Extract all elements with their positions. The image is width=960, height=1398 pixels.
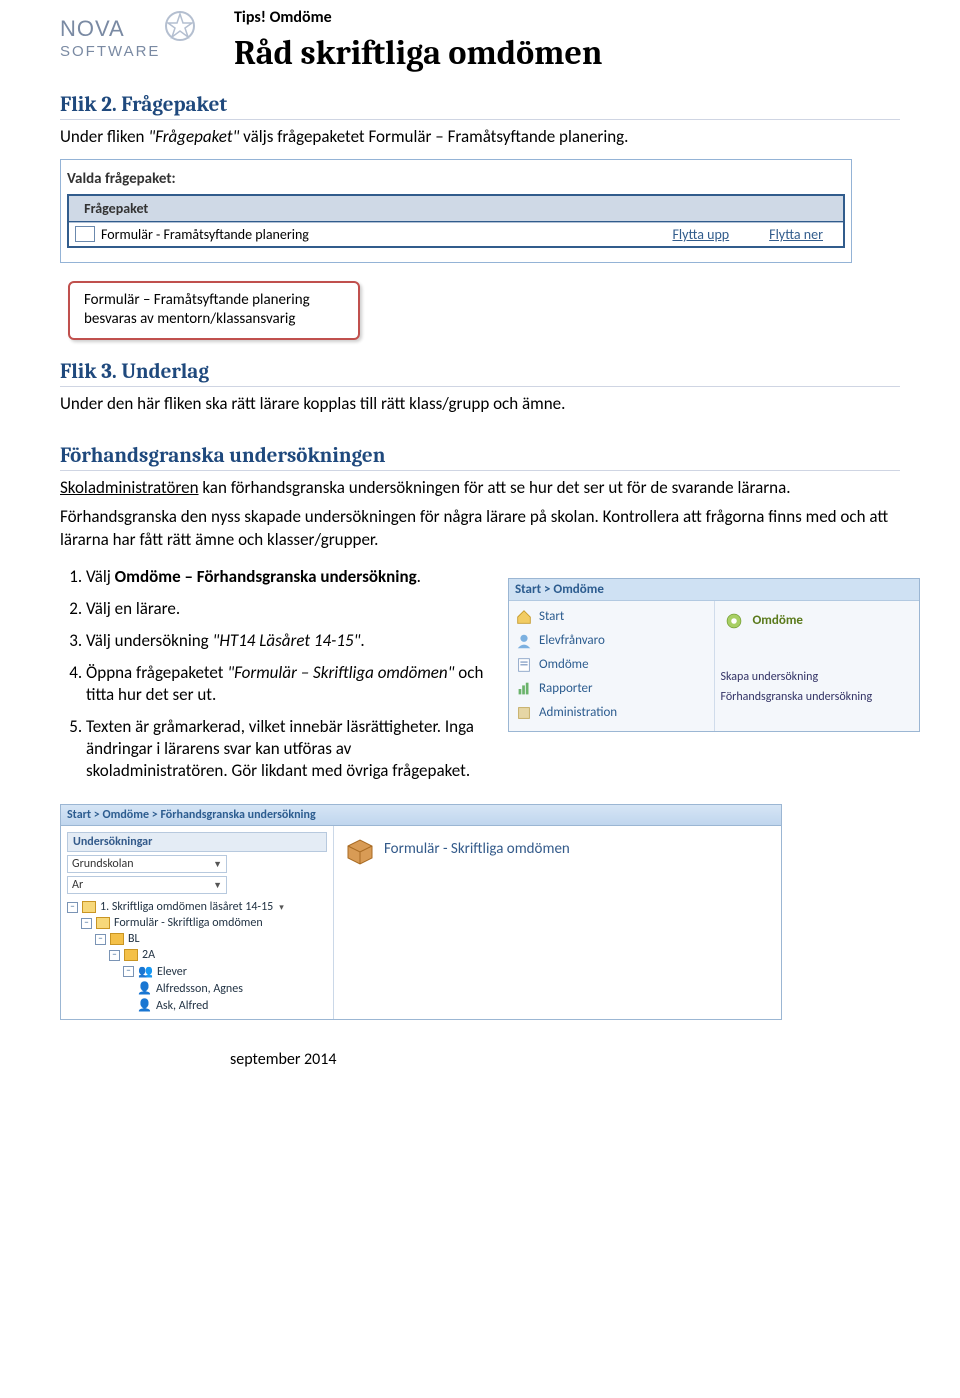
doc-header: NOVA SOFTWARE Tips! Omdöme Råd skriftlig… — [60, 0, 900, 73]
para-flik3: Under den här fliken ska rätt lärare kop… — [60, 393, 900, 416]
chevron-down-icon: ▼ — [213, 859, 222, 870]
link-flytta-upp[interactable]: Flytta upp — [652, 226, 749, 243]
table-header: Frågepaket — [69, 196, 843, 222]
tree-right-pane: Formulär - Skriftliga omdömen — [334, 826, 781, 1019]
menu-elevfranvaro[interactable]: Elevfrånvaro — [513, 629, 710, 653]
tree-node-1[interactable]: − 1. Skriftliga omdömen läsåret 14-15 ▾ — [67, 900, 327, 914]
menu-rapporter[interactable]: Rapporter — [513, 677, 710, 701]
step-3: Välj undersökning "HT14 Läsåret 14-15". — [86, 630, 490, 652]
person-icon: 👤 — [137, 981, 152, 996]
tree-person-2[interactable]: 👤 Ask, Alfred — [123, 998, 327, 1013]
step-2: Välj en lärare. — [86, 598, 490, 620]
step-1: Välj Omdöme – Förhandsgranska undersökni… — [86, 566, 490, 588]
tree-node-elever[interactable]: − 👥 Elever — [123, 964, 327, 979]
tips-label: Tips! Omdöme — [234, 8, 900, 27]
menu-skapa[interactable]: Skapa undersökning — [719, 667, 916, 687]
screenshot-start-omdome: Start > Omdöme Start Elevfrånvaro — [508, 578, 920, 732]
footer-date: september 2014 — [60, 1050, 900, 1069]
heading-flik3: Flik 3. Underlag — [60, 360, 900, 387]
folder-icon — [82, 901, 96, 913]
menu-start[interactable]: Start — [513, 605, 710, 629]
logo-text-bot: SOFTWARE — [60, 43, 160, 60]
collapse-icon[interactable]: − — [123, 966, 134, 977]
col-fragepaket: Frågepaket — [84, 200, 148, 217]
folder-icon — [96, 917, 110, 929]
steps-list: Välj Omdöme – Förhandsgranska undersökni… — [86, 566, 490, 783]
para-flik2: Under fliken "Frågepaket" väljs frågepak… — [60, 126, 900, 149]
para-fh1: Skoladministratören kan förhandsgranska … — [60, 477, 900, 500]
collapse-icon[interactable]: − — [95, 934, 106, 945]
menu-admin[interactable]: Administration — [513, 701, 710, 725]
menu-omdome-left[interactable]: Omdöme — [513, 653, 710, 677]
omdome-icon — [721, 608, 747, 634]
link-flytta-ner[interactable]: Flytta ner — [749, 226, 843, 243]
tree-node-2a[interactable]: − 2A — [109, 948, 327, 962]
tree-right-label: Formulär - Skriftliga omdömen — [384, 840, 570, 858]
tree-header: Undersökningar — [67, 832, 327, 852]
folder-icon — [124, 949, 138, 961]
doc-icon — [515, 656, 533, 674]
user-icon — [515, 632, 533, 650]
menu-col-left: Start Elevfrånvaro Omdöme Rapporter — [509, 601, 715, 731]
breadcrumb-menu: Start > Omdöme — [509, 579, 919, 601]
folder-icon — [110, 933, 124, 945]
tree-node-bl[interactable]: − BL — [95, 932, 327, 946]
collapse-icon[interactable]: − — [81, 918, 92, 929]
tree-node-2[interactable]: − Formulär - Skriftliga omdömen — [81, 916, 327, 930]
screenshot-forhandsgranska-tree: Start > Omdöme > Förhandsgranska undersö… — [60, 804, 782, 1020]
logo: NOVA SOFTWARE — [60, 8, 210, 73]
menu-forhandsgranska[interactable]: Förhandsgranska undersökning — [719, 687, 916, 707]
tree-person-1[interactable]: 👤 Alfredsson, Agnes — [123, 981, 327, 996]
panel-caption: Valda frågepaket: — [67, 170, 845, 188]
step-5: Texten är gråmarkerad, vilket innebär lä… — [86, 716, 490, 782]
people-icon: 👥 — [138, 964, 153, 979]
screenshot-valda-fragepaket: Valda frågepaket: Frågepaket Formulär - … — [60, 159, 852, 263]
collapse-icon[interactable]: − — [67, 902, 78, 913]
doc-title: Råd skriftliga omdömen — [234, 33, 900, 73]
row-label: Formulär - Framåtsyftande planering — [101, 223, 652, 246]
logo-text-top: NOVA — [60, 16, 125, 41]
heading-forhandsgranska: Förhandsgranska undersökningen — [60, 444, 900, 471]
checkbox-row[interactable] — [75, 226, 95, 242]
heading-flik2: Flik 2. Frågepaket — [60, 93, 900, 120]
person-icon: 👤 — [137, 998, 152, 1013]
home-icon — [515, 608, 533, 626]
collapse-icon[interactable]: − — [109, 950, 120, 961]
dropdown-ar[interactable]: Ar▼ — [67, 876, 227, 894]
dropdown-grundskolan[interactable]: Grundskolan▼ — [67, 855, 227, 873]
chevron-down-icon: ▾ — [279, 902, 284, 913]
chevron-down-icon: ▼ — [213, 880, 222, 891]
breadcrumb-tree: Start > Omdöme > Förhandsgranska undersö… — [61, 805, 781, 826]
box-icon — [344, 834, 376, 870]
menu-omdome-right[interactable]: Omdöme — [719, 605, 916, 637]
chart-icon — [515, 680, 533, 698]
para-fh2: Förhandsgranska den nyss skapade undersö… — [60, 506, 900, 552]
menu-col-right: Omdöme Skapa undersökning Förhandsgransk… — [715, 601, 920, 731]
table-row: Formulär - Framåtsyftande planering Flyt… — [69, 222, 843, 246]
step-4: Öppna frågepaketet "Formulär – Skriftlig… — [86, 662, 490, 706]
gear-icon — [515, 704, 533, 722]
callout-framat: Formulär – Framåtsyftande planering besv… — [68, 281, 360, 340]
